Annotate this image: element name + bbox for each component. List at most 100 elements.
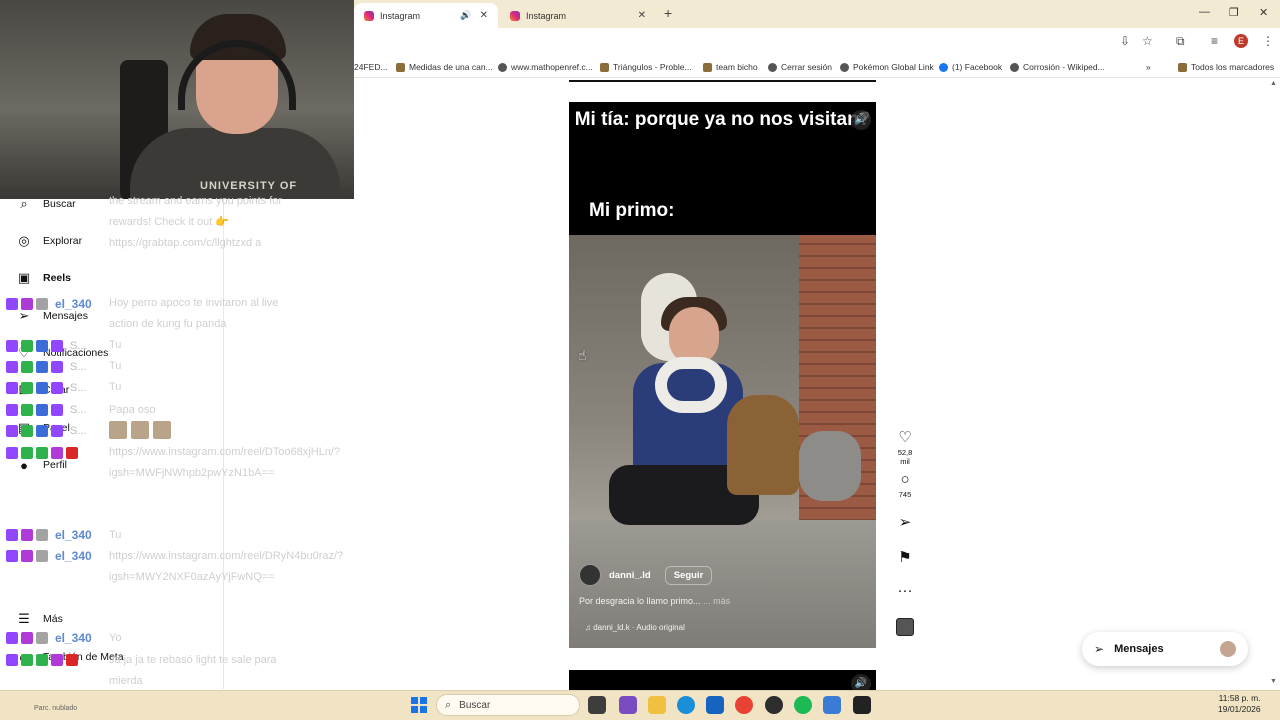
speaker-icon[interactable]: 🔊	[460, 10, 471, 21]
avatar	[1220, 641, 1236, 657]
chat-badges-row: el_340	[6, 630, 92, 646]
reels-icon: ▣	[17, 270, 31, 285]
taskbar	[0, 690, 1280, 720]
system-clock[interactable]: 11:58 p. m. 19/01/2026	[1218, 693, 1261, 715]
new-tab-button[interactable]: +	[664, 5, 672, 21]
mute-button[interactable]: 🔊	[851, 110, 871, 130]
chat-message: Tu	[109, 360, 122, 372]
media-icon[interactable]: ≡	[1211, 34, 1218, 48]
page-icon	[703, 62, 712, 72]
scroll-up-arrow-icon[interactable]: ▲	[1270, 80, 1277, 87]
globe-icon	[768, 62, 777, 72]
scroll-down-arrow-icon[interactable]: ▼	[1270, 678, 1277, 685]
chat-badges-row: S...	[6, 402, 87, 418]
heart-icon: ♡	[898, 429, 912, 446]
tab-instagram-active[interactable]: Instagram 🔊 ✕	[354, 3, 498, 28]
install-icon[interactable]: ⇩	[1120, 34, 1130, 48]
star-icon[interactable]: ☆	[1142, 34, 1153, 48]
bookmark-item[interactable]: (1) Facebook	[939, 62, 1002, 72]
reel-author: danni_.ld Seguir	[579, 564, 713, 586]
task-view-icon[interactable]	[588, 696, 606, 714]
spotify-icon[interactable]	[794, 696, 812, 714]
obs-icon[interactable]	[765, 696, 783, 714]
chat-message: Tu	[109, 381, 122, 393]
sidebar-item-explorar[interactable]: ◎ Explorar	[16, 233, 82, 249]
reel-username[interactable]: danni_.ld	[609, 570, 651, 581]
comment-button[interactable]: ○ 745	[893, 471, 917, 499]
pokeball-icon	[840, 62, 849, 72]
chat-badges-row: el_340	[6, 548, 92, 564]
next-reel[interactable]: 🔊	[569, 670, 876, 694]
emote	[131, 421, 149, 439]
chat-message: Ja ja ja te rebasó light te sale para mi…	[109, 654, 280, 687]
like-button[interactable]: ♡ 52,8 mil	[893, 428, 917, 466]
app-icon[interactable]	[853, 696, 871, 714]
sidebar-item-mas[interactable]: ☰ Más	[16, 611, 63, 627]
weather-text[interactable]: Parc. nublado	[34, 705, 77, 712]
search-icon: ⌕	[445, 698, 452, 711]
app-icon[interactable]	[823, 696, 841, 714]
save-button[interactable]: ⚑	[893, 548, 917, 566]
windows-start-icon[interactable]	[411, 697, 427, 713]
search-icon: ⌕	[20, 196, 28, 211]
extensions-icon[interactable]: ⧉	[1176, 34, 1185, 49]
close-icon[interactable]: ✕	[480, 10, 488, 21]
emote	[109, 421, 127, 439]
compass-icon: ◎	[18, 233, 30, 248]
sidebar-item-buscar[interactable]: ⌕ Buscar	[16, 196, 75, 212]
audio-thumbnail[interactable]	[896, 618, 914, 636]
mouse-cursor-icon: ☝	[578, 347, 587, 363]
bookmarks-more-button[interactable]: »	[1146, 62, 1151, 72]
close-icon[interactable]: ✕	[638, 10, 646, 21]
send-icon: ➢	[898, 514, 912, 531]
page-icon	[600, 62, 609, 72]
edge-icon[interactable]	[677, 696, 695, 714]
taskbar-search[interactable]: ⌕ Buscar	[436, 694, 580, 716]
chrome-icon[interactable]	[735, 696, 753, 714]
all-bookmarks[interactable]: Todos los marcadores	[1178, 62, 1274, 72]
messages-label: Mensajes	[1114, 643, 1164, 655]
dog	[727, 395, 799, 495]
kebab-menu-icon[interactable]: ⋮	[1262, 34, 1274, 48]
sidebar-item-reels[interactable]: ▣ Reels	[16, 270, 71, 286]
follow-button[interactable]: Seguir	[664, 565, 713, 585]
bookmark-item[interactable]: Cerrar sesión	[768, 62, 832, 72]
tab-instagram[interactable]: Instagram ✕	[500, 3, 656, 28]
bookmark-item[interactable]: Medidas de una can...	[396, 62, 493, 72]
bookmark-item[interactable]: Pokémon Global Link	[840, 62, 934, 72]
minimize-button[interactable]: —	[1199, 6, 1210, 18]
wikipedia-icon	[1010, 62, 1019, 72]
globe-icon	[498, 62, 507, 72]
reel-audio[interactable]: ♫ danni_ld.k · Audio original	[585, 623, 685, 632]
profile-avatar[interactable]: E	[1234, 34, 1248, 48]
emote	[153, 421, 171, 439]
chat-badges-row: S...	[6, 380, 87, 396]
folder-icon	[1178, 62, 1187, 72]
reel-top-text: Mi tía: porque ya no nos visitan?	[574, 109, 871, 130]
instagram-icon	[364, 10, 374, 21]
chat-message: Yo	[109, 632, 122, 644]
more-options-button[interactable]: ···	[893, 582, 917, 599]
bookmark-item[interactable]: 24FED...	[354, 62, 388, 72]
app-icon[interactable]	[619, 696, 637, 714]
toilet-seat	[655, 357, 727, 413]
bookmark-item[interactable]: Triángulos - Proble...	[600, 62, 692, 72]
chat-badges-row: el_340	[6, 527, 92, 543]
file-explorer-icon[interactable]	[648, 696, 666, 714]
bookmark-item[interactable]: team bicho	[703, 62, 758, 72]
messages-float-button[interactable]: ➢ Mensajes	[1082, 632, 1248, 666]
chat-badges-row: S...	[6, 338, 87, 354]
bookmark-item[interactable]: www.mathopenref.c...	[498, 62, 593, 72]
send-icon: ➢	[1094, 642, 1105, 656]
reel-video[interactable]: Mi tía: porque ya no nos visitan? Mi pri…	[569, 102, 876, 648]
bookmark-item[interactable]: Corrosión - Wikiped...	[1010, 62, 1105, 72]
store-icon[interactable]	[706, 696, 724, 714]
more-link[interactable]: ... más	[703, 596, 730, 606]
restore-button[interactable]: ❐	[1229, 6, 1239, 19]
music-note-icon: ♫	[585, 623, 594, 632]
share-button[interactable]: ➢	[893, 513, 917, 531]
close-window-button[interactable]: ✕	[1259, 6, 1268, 19]
chat-badges-row	[6, 445, 81, 461]
avatar[interactable]	[579, 564, 601, 586]
chat-message: https://www.instagram.com/reel/DRyN4bu0r…	[109, 550, 344, 583]
